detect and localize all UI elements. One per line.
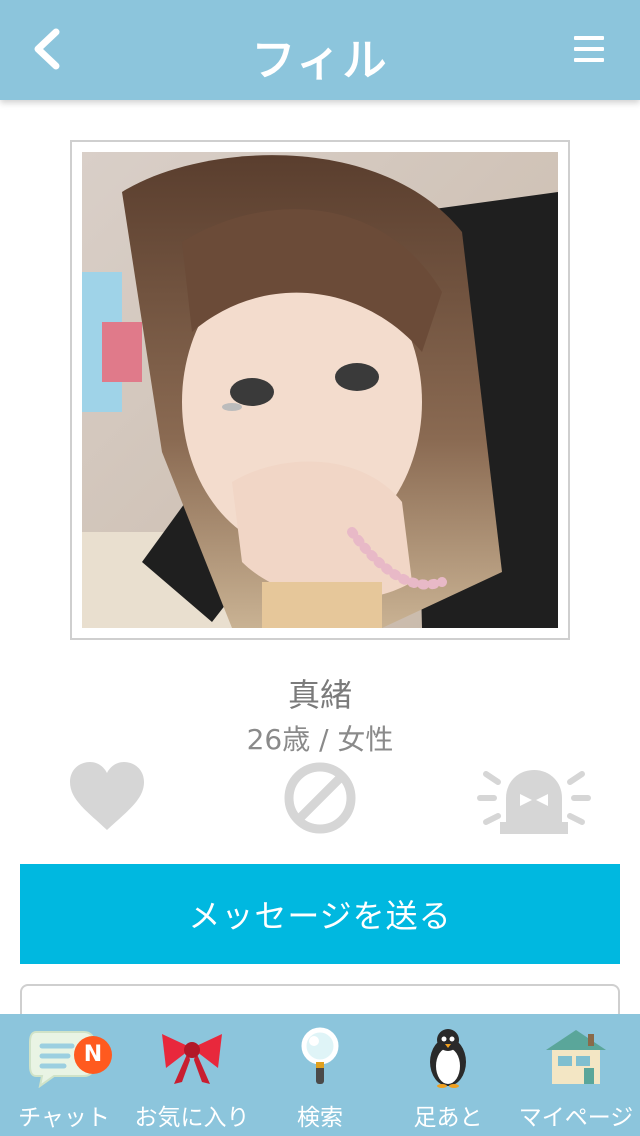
tab-label: チャット: [18, 1105, 110, 1131]
page-title: フィル: [251, 35, 389, 86]
ribbon-icon: [162, 1034, 222, 1084]
penguin-icon: [430, 1029, 466, 1088]
hamburger-menu-icon[interactable]: [574, 36, 606, 64]
profile-photo[interactable]: [82, 152, 558, 628]
block-icon[interactable]: [282, 760, 358, 836]
tab-label: マイページ: [518, 1105, 634, 1131]
heart-icon[interactable]: [68, 760, 146, 834]
profile-actions: [0, 760, 640, 840]
tab-label: お気に入り: [134, 1105, 250, 1131]
bottom-tab-bar: N チャット お気に入り 検索 足あと マイページ: [0, 1014, 640, 1136]
alarm-light-icon[interactable]: [476, 760, 592, 836]
profile-name: 真緒: [287, 676, 352, 714]
tab-label: 検索: [297, 1105, 343, 1131]
house-icon: [546, 1030, 606, 1084]
profile-age-gender: 26歳 / 女性: [246, 723, 394, 756]
tab-search[interactable]: 検索: [256, 1014, 384, 1136]
chat-new-badge: N: [74, 1036, 112, 1074]
tab-chat[interactable]: N チャット: [0, 1014, 128, 1136]
tab-label: 足あと: [413, 1105, 483, 1131]
tab-mypage[interactable]: マイページ: [512, 1014, 640, 1136]
send-message-button[interactable]: メッセージを送る: [20, 864, 620, 964]
profile-photo-frame: [70, 140, 570, 640]
tab-favorites[interactable]: お気に入り: [128, 1014, 256, 1136]
app-header: フィル: [0, 0, 640, 100]
magnifier-icon: [301, 1027, 339, 1084]
tab-footprints[interactable]: 足あと: [384, 1014, 512, 1136]
